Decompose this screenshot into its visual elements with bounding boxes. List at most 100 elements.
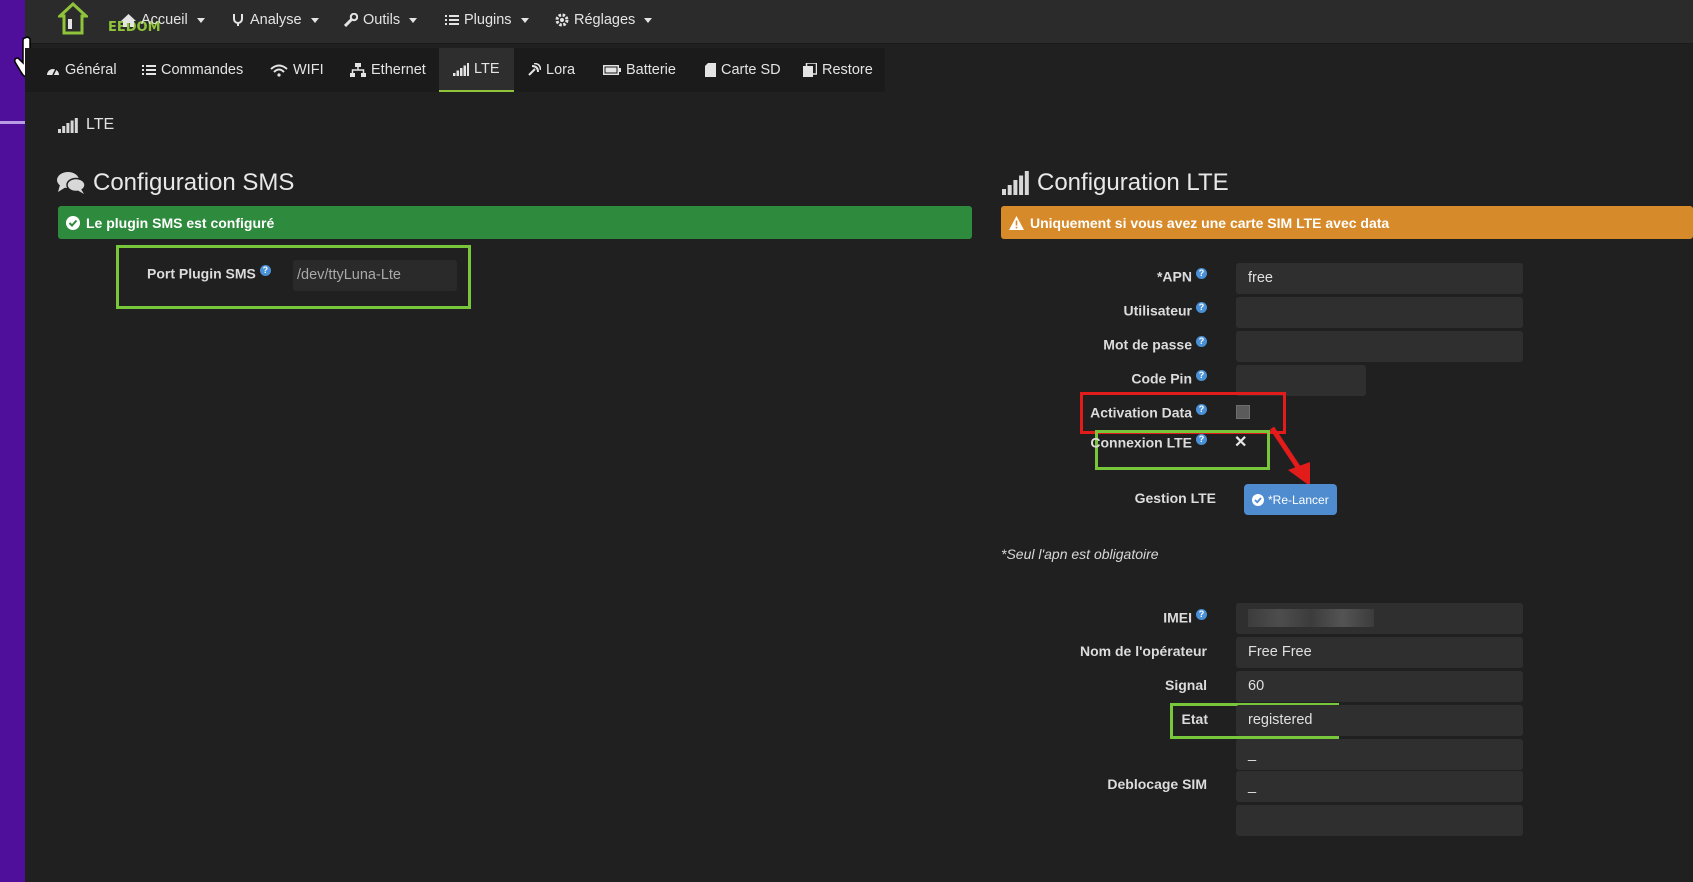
home-icon xyxy=(121,13,136,27)
operator-field: Free Free xyxy=(1236,637,1523,668)
signal-icon xyxy=(1002,171,1029,195)
menu-plugins-label: Plugins xyxy=(464,12,512,28)
wifi-icon xyxy=(270,64,288,77)
menu-plugins[interactable]: Plugins xyxy=(445,12,529,28)
imei-field xyxy=(1236,603,1523,634)
etat-field: registered xyxy=(1236,705,1523,736)
activation-data-label-text: Activation Data xyxy=(1090,404,1192,421)
user-input[interactable] xyxy=(1236,297,1523,328)
wrench-icon xyxy=(344,13,358,27)
tab-carte-sd-label: Carte SD xyxy=(721,62,781,78)
tab-lte[interactable]: LTE xyxy=(439,48,514,92)
tab-batterie[interactable]: Batterie xyxy=(603,48,676,92)
tab-bar: Général Commandes WIFI Ethernet LTE Lora… xyxy=(25,48,885,92)
house-logo-icon xyxy=(58,2,88,35)
password-input[interactable] xyxy=(1236,331,1523,362)
menu-reglages-label: Réglages xyxy=(574,12,636,28)
top-navbar: EEDOM Accueil Analyse Outils Plugins Rég… xyxy=(25,0,1693,44)
signal-icon xyxy=(58,117,78,133)
close-icon: ✕ xyxy=(1234,434,1248,451)
gear-icon xyxy=(555,13,569,27)
list-icon xyxy=(445,15,459,25)
dashboard-icon xyxy=(47,68,59,76)
sms-heading: Configuration SMS xyxy=(57,169,294,197)
section-title: LTE xyxy=(58,116,114,134)
check-circle-icon xyxy=(66,215,80,230)
sms-port-label-text: Port Plugin SMS xyxy=(147,265,256,282)
signal-label: Signal xyxy=(1164,677,1207,693)
tab-wifi[interactable]: WIFI xyxy=(270,48,324,92)
help-icon[interactable]: ? xyxy=(1196,434,1207,445)
copy-icon xyxy=(803,63,817,77)
tab-restore[interactable]: Restore xyxy=(803,48,873,92)
tab-commandes-label: Commandes xyxy=(161,62,244,78)
annotation-arrow-icon xyxy=(1270,426,1310,486)
imei-label: IMEI? xyxy=(1163,609,1207,626)
menu-accueil[interactable]: Accueil xyxy=(121,12,205,28)
sms-configured-alert: Le plugin SMS est configuré xyxy=(58,206,972,239)
satellite-icon xyxy=(528,63,541,76)
chevron-down-icon xyxy=(409,17,418,23)
help-icon[interactable]: ? xyxy=(1196,370,1207,381)
menu-analyse[interactable]: Analyse xyxy=(232,12,319,28)
sms-alert-text: Le plugin SMS est configuré xyxy=(86,214,275,231)
lte-heading-label: Configuration LTE xyxy=(1037,169,1229,196)
menu-accueil-label: Accueil xyxy=(141,12,188,28)
lte-heading: Configuration LTE xyxy=(1002,169,1229,197)
sms-port-field[interactable]: /dev/ttyLuna-Lte xyxy=(293,260,457,291)
menu-reglages[interactable]: Réglages xyxy=(555,12,653,28)
activation-data-label: Activation Data? xyxy=(1090,404,1207,421)
relancer-button[interactable]: *Re-Lancer xyxy=(1244,484,1337,515)
tab-general-label: Général xyxy=(65,62,117,78)
user-label: Utilisateur? xyxy=(1124,302,1207,319)
password-label-text: Mot de passe xyxy=(1103,336,1192,353)
page: { "app": { "logo_text": "EEDOM" }, "topn… xyxy=(0,0,1693,882)
tab-carte-sd[interactable]: Carte SD xyxy=(705,48,781,92)
help-icon[interactable]: ? xyxy=(1196,609,1207,620)
sim-unlock-input[interactable]: _ xyxy=(1236,771,1523,802)
apn-input[interactable]: free xyxy=(1236,263,1523,294)
warning-icon xyxy=(1009,215,1024,230)
chevron-down-icon xyxy=(520,17,529,23)
menu-outils-label: Outils xyxy=(363,12,401,28)
password-label: Mot de passe? xyxy=(1103,336,1207,353)
tab-commandes[interactable]: Commandes xyxy=(142,48,243,92)
help-icon[interactable]: ? xyxy=(1196,404,1207,415)
lte-alert-text: Uniquement si vous avez une carte SIM LT… xyxy=(1030,214,1390,231)
tab-lora-label: Lora xyxy=(546,62,576,78)
chevron-down-icon xyxy=(196,17,205,23)
stethoscope-icon xyxy=(233,14,243,26)
list-icon xyxy=(142,65,156,75)
etat-label: Etat xyxy=(1181,711,1208,727)
pin-label-text: Code Pin xyxy=(1131,370,1192,387)
activation-data-checkbox[interactable] xyxy=(1236,405,1250,419)
tab-lte-label: LTE xyxy=(474,61,500,77)
chevron-down-icon xyxy=(310,17,319,23)
tab-general[interactable]: Général xyxy=(46,48,117,92)
operator-label: Nom de l'opérateur xyxy=(1079,643,1207,659)
signal-field: 60 xyxy=(1236,671,1523,702)
apn-label: *APN? xyxy=(1157,268,1207,285)
imei-label-text: IMEI xyxy=(1163,609,1192,626)
tab-batterie-label: Batterie xyxy=(626,62,676,78)
gestion-lte-label: Gestion LTE xyxy=(1134,490,1216,506)
section-title-label: LTE xyxy=(86,116,115,133)
menu-outils[interactable]: Outils xyxy=(344,12,418,28)
signal-icon xyxy=(453,62,469,76)
extra-field: _ xyxy=(1236,739,1523,770)
apn-required-note: *Seul l'apn est obligatoire xyxy=(1001,546,1159,562)
connexion-lte-label-text: Connexion LTE xyxy=(1090,434,1192,451)
sms-heading-label: Configuration SMS xyxy=(93,169,295,196)
help-icon[interactable]: ? xyxy=(259,265,271,276)
help-icon[interactable]: ? xyxy=(1196,336,1207,347)
connexion-lte-label: Connexion LTE? xyxy=(1090,434,1207,451)
pin-label: Code Pin? xyxy=(1131,370,1207,387)
sim-unlock-extra-field[interactable] xyxy=(1236,805,1523,836)
redacted-imei xyxy=(1248,609,1374,628)
tab-wifi-label: WIFI xyxy=(293,62,324,78)
help-icon[interactable]: ? xyxy=(1196,302,1207,313)
help-icon[interactable]: ? xyxy=(1196,268,1207,279)
chevron-down-icon xyxy=(644,17,653,23)
tab-ethernet[interactable]: Ethernet xyxy=(350,48,426,92)
tab-lora[interactable]: Lora xyxy=(527,48,575,92)
